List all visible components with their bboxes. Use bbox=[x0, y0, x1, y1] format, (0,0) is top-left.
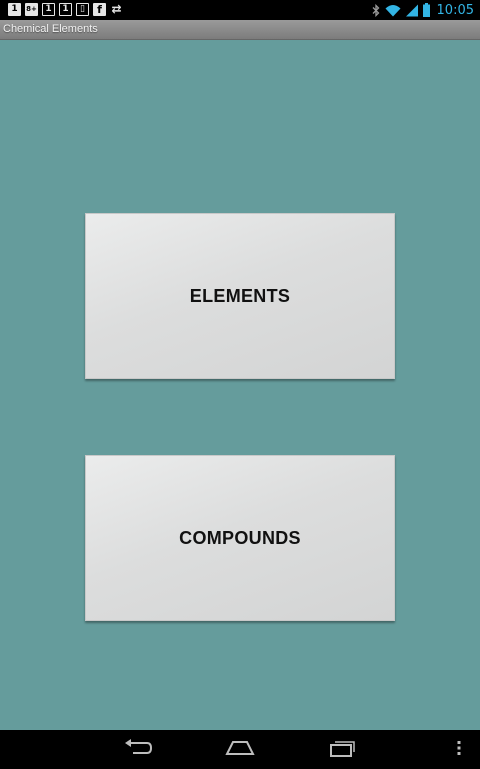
notification-icons: 1 8+ 1 1 ▯ f ⇄ bbox=[8, 3, 123, 16]
navigation-bar bbox=[0, 730, 480, 769]
main-content: ELEMENTS COMPOUNDS bbox=[0, 40, 480, 730]
battery-icon bbox=[422, 3, 430, 17]
compounds-button[interactable]: COMPOUNDS bbox=[85, 455, 395, 621]
phone-notification-icon: ▯ bbox=[76, 3, 89, 16]
app-notification-3-icon: 1 bbox=[59, 3, 72, 16]
recent-apps-button[interactable] bbox=[325, 738, 361, 762]
sync-icon: ⇄ bbox=[111, 2, 122, 16]
status-clock: 10:05 bbox=[436, 2, 474, 18]
status-bar: 1 8+ 1 1 ▯ f ⇄ 10:05 bbox=[0, 0, 480, 20]
recent-apps-icon bbox=[329, 739, 357, 762]
home-button[interactable] bbox=[222, 738, 258, 762]
title-bar: Chemical Elements bbox=[0, 20, 480, 40]
system-icons: 10:05 bbox=[372, 2, 474, 18]
app-notification-1-icon: 1 bbox=[8, 3, 21, 16]
elements-button[interactable]: ELEMENTS bbox=[85, 213, 395, 379]
back-button[interactable] bbox=[120, 738, 156, 762]
compounds-button-label: COMPOUNDS bbox=[179, 527, 301, 548]
wifi-icon bbox=[385, 4, 401, 17]
app-title: Chemical Elements bbox=[3, 23, 98, 35]
bluetooth-icon bbox=[372, 3, 380, 17]
overflow-menu-icon bbox=[457, 740, 461, 761]
signal-icon bbox=[405, 4, 418, 17]
app-notification-2-icon: 1 bbox=[42, 3, 55, 16]
home-icon bbox=[225, 739, 255, 762]
facebook-icon: f bbox=[93, 3, 106, 16]
app-screen: 1 8+ 1 1 ▯ f ⇄ 10:05 Chemical Elements E… bbox=[0, 0, 480, 769]
elements-button-label: ELEMENTS bbox=[189, 285, 291, 306]
overflow-menu-button[interactable] bbox=[451, 738, 467, 762]
back-icon bbox=[123, 738, 153, 762]
google-plus-icon: 8+ bbox=[25, 3, 38, 16]
